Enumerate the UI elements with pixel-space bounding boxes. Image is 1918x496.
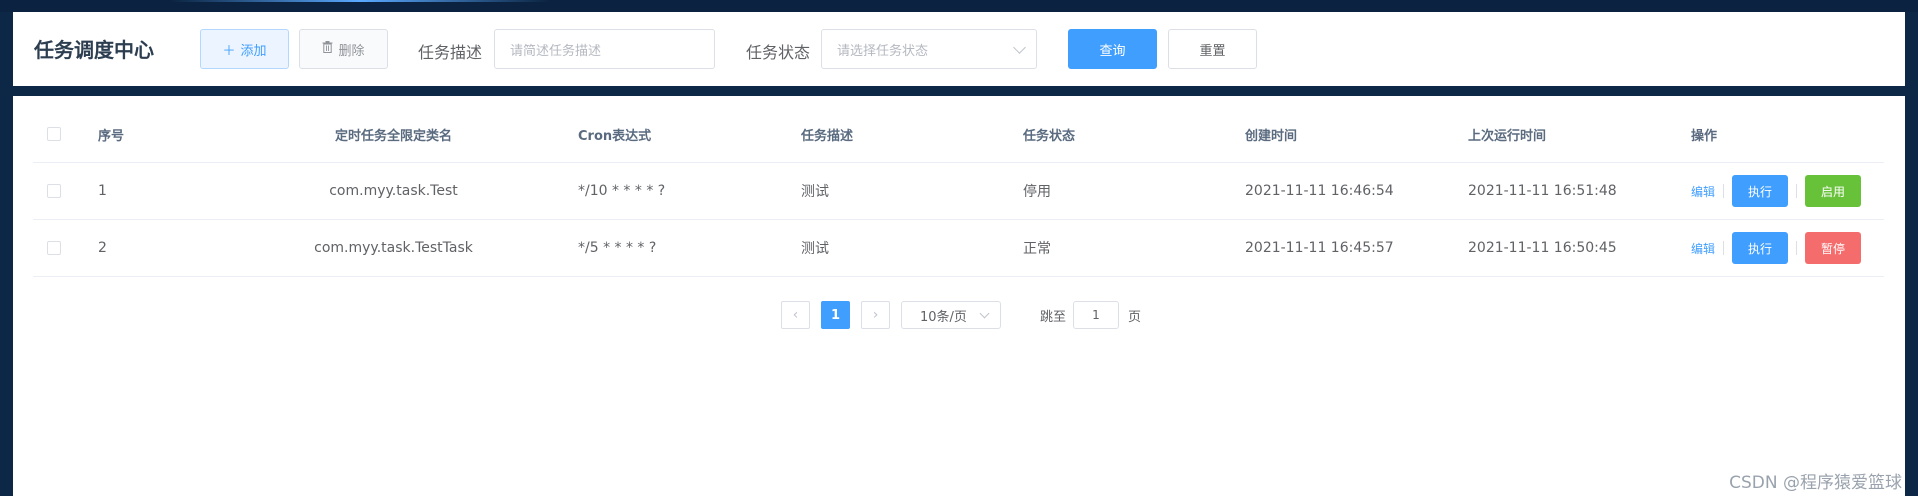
delete-button-label: 删除 (338, 43, 365, 59)
top-glow (170, 0, 550, 2)
status-filter-placeholder: 请选择任务状态 (837, 43, 929, 59)
row-cron: */10 * * * * ? (578, 183, 666, 199)
column-header-cron: Cron表达式 (578, 128, 652, 144)
goto-page-input[interactable]: 1 (1073, 301, 1119, 329)
row-actions: 编辑 执行 启用 (1691, 163, 1862, 219)
divider (1796, 184, 1798, 198)
select-all-checkbox[interactable] (47, 127, 61, 141)
plus-icon: ＋ (222, 43, 236, 59)
watermark: CSDN @程序猿爱篮球 (1729, 473, 1902, 493)
enable-button[interactable]: 启用 (1805, 175, 1862, 207)
select-all-cell (47, 106, 61, 162)
row-class-name: com.myy.task.TestTask (314, 240, 473, 256)
row-status: 停用 (1023, 184, 1051, 200)
row-last-run: 2021-11-11 16:51:48 (1468, 183, 1617, 199)
pause-button[interactable]: 暂停 (1805, 232, 1862, 264)
row-select-cell (47, 220, 61, 276)
row-created: 2021-11-11 16:45:57 (1245, 240, 1394, 256)
task-table: 序号 定时任务全限定类名 Cron表达式 任务描述 任务状态 创建时间 上次运行… (33, 106, 1884, 277)
row-checkbox[interactable] (47, 241, 61, 255)
divider (1796, 241, 1798, 255)
search-header: 任务调度中心 ＋ 添加 删除 任务描述 请简述任务描述 任务状态 请选择任务状态… (13, 12, 1905, 86)
row-select-cell (47, 163, 61, 219)
reset-button[interactable]: 重置 (1168, 29, 1257, 69)
divider (1723, 184, 1725, 198)
chevron-down-icon (1013, 41, 1026, 54)
row-desc: 测试 (801, 184, 829, 200)
row-status: 正常 (1023, 241, 1051, 257)
row-index: 2 (98, 240, 107, 256)
desc-filter-label: 任务描述 (418, 43, 483, 62)
row-checkbox[interactable] (47, 184, 61, 198)
column-header-created: 创建时间 (1245, 128, 1298, 144)
row-actions: 编辑 执行 暂停 (1691, 220, 1862, 276)
desc-filter-placeholder: 请简述任务描述 (510, 43, 602, 59)
prev-page-button[interactable]: ‹ (781, 301, 810, 329)
column-header-last-run: 上次运行时间 (1468, 128, 1547, 144)
chevron-down-icon (979, 308, 990, 319)
delete-button[interactable]: 删除 (299, 29, 388, 69)
desc-filter-input[interactable]: 请简述任务描述 (494, 29, 715, 69)
column-header-desc: 任务描述 (801, 128, 854, 144)
page-size-value: 10条/页 (920, 309, 967, 325)
edit-link[interactable]: 编辑 (1691, 240, 1715, 257)
table-row: 1 com.myy.task.Test */10 * * * * ? 测试 停用… (33, 163, 1884, 220)
column-header-status: 任务状态 (1023, 128, 1076, 144)
divider (1723, 241, 1725, 255)
row-cron: */5 * * * * ? (578, 240, 657, 256)
run-button[interactable]: 执行 (1732, 175, 1789, 207)
run-button[interactable]: 执行 (1732, 232, 1789, 264)
add-button[interactable]: ＋ 添加 (200, 29, 289, 69)
column-header-class-name: 定时任务全限定类名 (334, 128, 452, 144)
next-page-button[interactable]: › (861, 301, 890, 329)
table-header-row: 序号 定时任务全限定类名 Cron表达式 任务描述 任务状态 创建时间 上次运行… (33, 106, 1884, 163)
status-filter-select[interactable]: 请选择任务状态 (821, 29, 1037, 69)
pagination: ‹ 1 › 10条/页 跳至 1 页 (13, 301, 1905, 329)
add-button-label: 添加 (240, 43, 267, 59)
column-header-index: 序号 (98, 128, 125, 144)
edit-link[interactable]: 编辑 (1691, 183, 1715, 200)
row-index: 1 (98, 183, 107, 199)
page-size-select[interactable]: 10条/页 (901, 301, 1001, 329)
table-row: 2 com.myy.task.TestTask */5 * * * * ? 测试… (33, 220, 1884, 277)
goto-label: 跳至 (1040, 310, 1067, 325)
row-desc: 测试 (801, 241, 829, 257)
chevron-left-icon: ‹ (792, 307, 799, 323)
column-header-actions: 操作 (1691, 128, 1718, 144)
trash-icon (322, 41, 333, 57)
row-last-run: 2021-11-11 16:50:45 (1468, 240, 1617, 256)
page-suffix-label: 页 (1128, 310, 1142, 325)
row-created: 2021-11-11 16:46:54 (1245, 183, 1394, 199)
status-filter-label: 任务状态 (746, 43, 811, 62)
row-class-name: com.myy.task.Test (329, 183, 458, 199)
page-number-button[interactable]: 1 (821, 301, 850, 329)
page-title: 任务调度中心 (34, 38, 154, 62)
query-button[interactable]: 查询 (1068, 29, 1157, 69)
task-table-card: 序号 定时任务全限定类名 Cron表达式 任务描述 任务状态 创建时间 上次运行… (13, 96, 1905, 496)
chevron-right-icon: › (872, 307, 879, 323)
